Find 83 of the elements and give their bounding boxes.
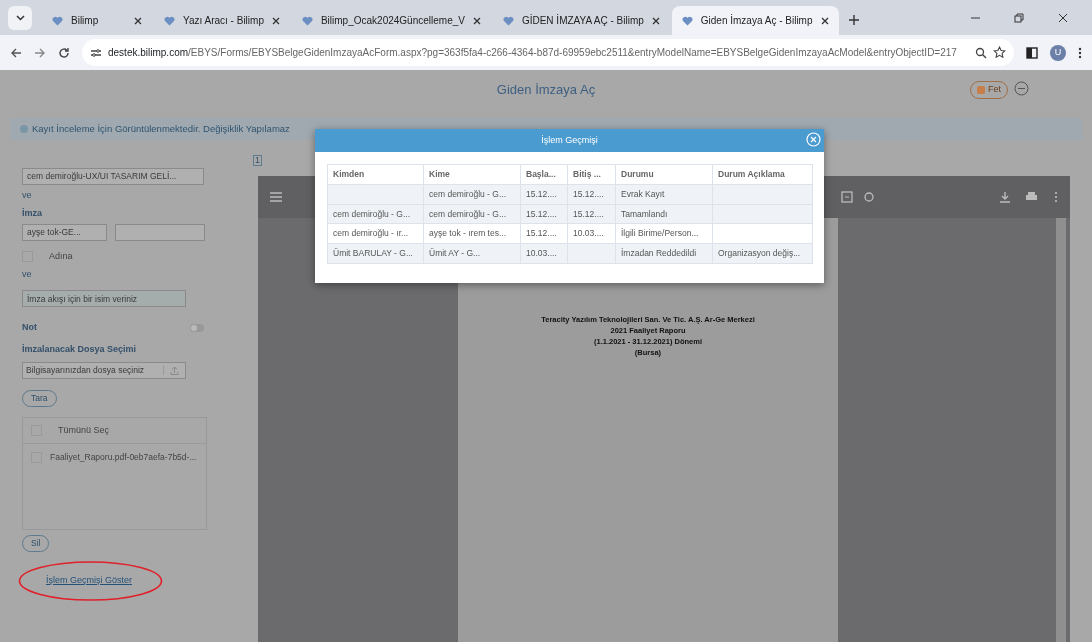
minus-circle-icon[interactable] — [1014, 81, 1029, 96]
chevron-down-icon — [15, 15, 25, 21]
table-cell: cem demiroğlu - G... — [429, 208, 506, 219]
url-text: destek.bilimp.com/EBYS/Forms/EBYSBelgeGidenImzayaAcForm.aspx?pg=363f5fa4-c266-4364-b87d-69959ebc2511&entryModelName=EBYSBelgeGidenImzayaAcModel&entryObjectID=217 — [108, 46, 958, 60]
heart-icon — [164, 15, 175, 26]
square-icon — [977, 85, 985, 94]
close-icon[interactable] — [820, 17, 829, 26]
browser-tab[interactable]: Bilimp — [42, 6, 152, 35]
table-cell: 15.12.... — [526, 228, 557, 239]
restore-icon[interactable] — [1014, 13, 1024, 23]
dialog-title: İşlem Geçmişi — [541, 133, 598, 147]
close-icon[interactable] — [472, 17, 481, 26]
column-header[interactable]: Durum Açıklama — [712, 164, 813, 185]
table-cell: Ümit BARULAY - G... — [333, 248, 413, 258]
info-message: Kayıt İnceleme İçin Görüntülenmektedir. Değişiklik Yapılamaz — [32, 121, 290, 136]
table-cell: 10.03.... — [526, 248, 557, 258]
table-cell: Ümit AY - G... — [429, 248, 481, 258]
page-title: Giden İmzaya Aç — [496, 81, 596, 100]
heart-icon — [502, 15, 514, 26]
file-name: Faaliyet_Raporu.pdf-0eb7aefa-7b5d-... — [50, 451, 197, 464]
table-cell: 15.12.... — [573, 188, 604, 199]
table-cell: cem demiroğlu - G... — [429, 188, 506, 199]
menu-icon[interactable] — [1078, 46, 1082, 59]
download-icon[interactable] — [999, 191, 1011, 203]
recipient-select[interactable]: cem demiroğlu-UX/UI TASARIM GELİ... — [22, 168, 204, 185]
address-bar[interactable]: destek.bilimp.com/EBYS/Forms/EBYSBelgeGidenImzayaAcForm.aspx?pg=363f5fa4-c266-4364-b87d-69959ebc2511&entryModelName=EBYSBelgeGidenImzayaAcModel&entryObjectID=217 — [82, 39, 1014, 66]
side-panel-icon[interactable] — [1026, 46, 1038, 59]
name-input-field[interactable]: İmza akışı için bir isim veriniz — [22, 290, 186, 307]
browser-tab[interactable]: Giden İmzaya Aç - Bilimp — [671, 6, 839, 35]
toggle-switch[interactable] — [190, 323, 204, 332]
table-cell: Tamamlandı — [621, 208, 668, 219]
new-tab-icon[interactable] — [848, 15, 859, 25]
section-heading: İmzalanacak Dosya Seçimi — [22, 342, 138, 356]
connector-label: ve — [22, 267, 33, 281]
table-cell: İlgili Birime/Person... — [621, 228, 699, 239]
checkbox-label: Adına — [49, 250, 73, 263]
fit-page-icon[interactable] — [841, 191, 853, 203]
table-cell: 10.03.... — [573, 228, 604, 239]
table-cell: Evrak Kayıt — [621, 188, 665, 199]
heart-icon — [301, 15, 313, 26]
column-header[interactable]: Kimden — [327, 164, 424, 185]
close-icon[interactable] — [651, 17, 660, 26]
bookmark-star-icon[interactable] — [993, 46, 1006, 59]
table-cell: İmzadan Reddedildi — [621, 248, 697, 258]
page-number: 1 — [253, 155, 262, 166]
close-icon[interactable] — [1058, 13, 1068, 23]
column-header[interactable]: Bitiş ... — [567, 164, 616, 185]
info-icon — [20, 125, 28, 133]
table-cell: cem demiroğlu - ır... — [333, 228, 409, 239]
profile-avatar[interactable]: U — [1050, 44, 1066, 61]
browser-tab[interactable]: Yazı Aracı - Bilimp — [154, 6, 290, 35]
browser-tab[interactable]: GİDEN İMZAYA AÇ - Bilimp — [492, 6, 670, 35]
note-label: Not — [22, 321, 37, 334]
zoom-icon[interactable] — [975, 46, 987, 59]
table-cell: Organizasyon değiş... — [718, 248, 801, 258]
file-input-field[interactable]: Bilgisayarınızdan dosya seçiniz — [22, 362, 186, 379]
table-cell: 15.12.... — [526, 208, 557, 219]
checkbox-label: Tümünü Seç — [58, 423, 110, 437]
close-icon[interactable] — [134, 17, 142, 26]
heart-icon — [681, 15, 693, 26]
connector-label: ve — [22, 189, 33, 202]
text-field[interactable] — [115, 224, 205, 241]
reload-icon[interactable] — [58, 46, 70, 59]
table-cell: ayşe tok - ırem tes... — [429, 228, 506, 239]
back-icon[interactable] — [10, 46, 22, 59]
table-cell: cem demiroğlu - G... — [333, 208, 410, 219]
column-header[interactable]: Durumu — [615, 164, 713, 185]
rotate-icon[interactable] — [863, 191, 875, 203]
scrollbar[interactable] — [1056, 218, 1066, 642]
site-settings-icon[interactable] — [90, 47, 102, 58]
browser-tab[interactable]: Bilimp_Ocak2024Güncelleme_V — [291, 6, 491, 35]
print-icon[interactable] — [1025, 191, 1038, 203]
tab-search-button[interactable] — [8, 6, 32, 30]
heart-icon — [52, 15, 63, 26]
signature-select[interactable]: ayşe tok-GE... — [22, 224, 107, 241]
column-header[interactable]: Kime — [423, 164, 521, 185]
field-label: İmza — [22, 206, 43, 220]
forward-icon[interactable] — [34, 46, 46, 59]
more-icon[interactable] — [1054, 191, 1058, 203]
table-cell: 15.12.... — [526, 188, 557, 199]
close-icon[interactable] — [271, 17, 280, 26]
table-cell: 15.12.... — [573, 208, 604, 219]
column-header[interactable]: Başla... — [520, 164, 568, 185]
